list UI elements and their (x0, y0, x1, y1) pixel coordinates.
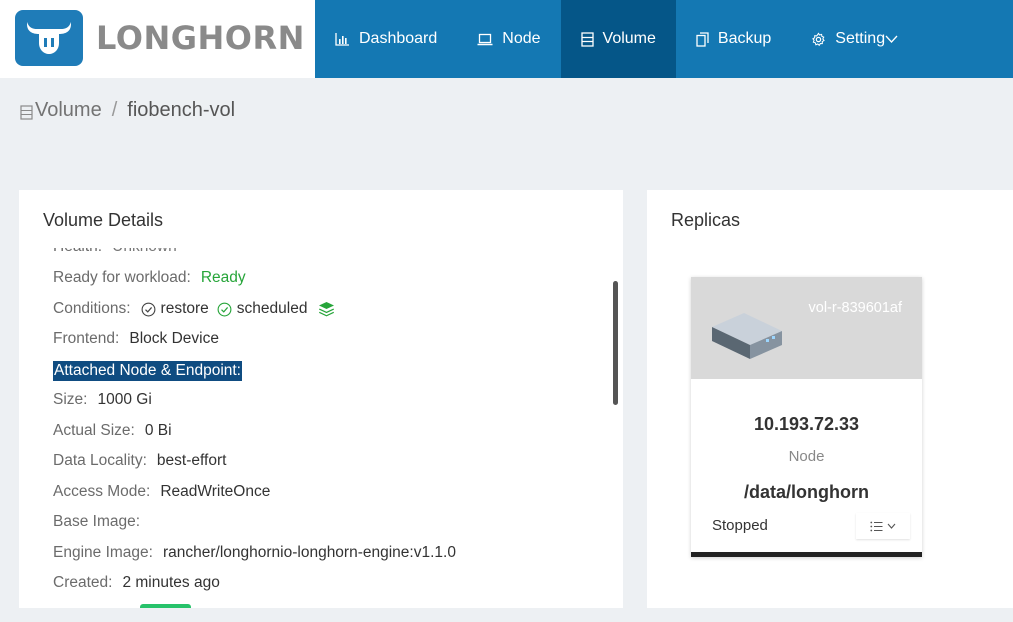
nav-backup[interactable]: Backup (676, 0, 791, 78)
replica-status: Stopped (712, 517, 768, 534)
chevron-down-icon (885, 35, 898, 43)
attached-label: Attached Node & Endpoint: (53, 361, 242, 381)
frontend-row: Frontend: Block Device (53, 330, 219, 348)
base-image-label: Base Image: (53, 513, 141, 530)
breadcrumb-separator: / (111, 99, 118, 121)
locality-label: Data Locality: (53, 452, 147, 469)
main-nav: Dashboard Node Volume Backup Setting (315, 0, 918, 78)
condition-restore-label: restore (160, 300, 209, 317)
attached-row: Attached Node & Endpoint: (53, 361, 252, 381)
frontend-value: Block Device (129, 330, 219, 347)
replicas-title: Replicas (671, 210, 741, 230)
replica-card[interactable]: vol-r-839601af 10.193.72.33 Node /data/l… (691, 277, 922, 557)
nav-dashboard[interactable]: Dashboard (315, 0, 457, 78)
replica-ip: 10.193.72.33 (753, 414, 860, 434)
locality-value: best-effort (156, 452, 227, 469)
nav-backup-label: Backup (717, 30, 772, 47)
gear-icon (812, 32, 826, 46)
server-icon (712, 313, 782, 359)
replica-node-label: Node (788, 448, 825, 465)
nav-dashboard-label: Dashboard (359, 30, 438, 47)
conditions-label: Conditions: (53, 300, 131, 317)
frontend-label: Frontend: (53, 330, 120, 347)
size-label: Size: (53, 391, 88, 408)
created-label: Created: (53, 574, 113, 591)
breadcrumb: Volume / fiobench-vol (20, 99, 235, 122)
brand-name: LONGHORN (96, 19, 305, 57)
replica-path: /data/longhorn (744, 482, 869, 502)
breadcrumb-parent[interactable]: Volume (35, 99, 102, 122)
volume-details-title: Volume Details (43, 210, 164, 230)
access-row: Access Mode: ReadWriteOnce (53, 483, 270, 501)
conditions-row: Conditions: restore scheduled (53, 300, 335, 318)
access-label: Access Mode: (53, 483, 151, 500)
bar-chart-icon (335, 33, 349, 46)
nav-setting-label: Setting (835, 30, 886, 47)
engine-label: Engine Image: (53, 544, 153, 561)
access-value: ReadWriteOnce (160, 483, 271, 500)
status-tag-partial (140, 604, 191, 608)
replica-name: vol-r-839601af (808, 300, 903, 316)
created-row: Created: 2 minutes ago (53, 574, 220, 592)
database-icon (580, 31, 594, 47)
list-icon (870, 521, 883, 531)
nav-volume[interactable]: Volume (560, 0, 676, 78)
condition-scheduled-label: scheduled (236, 300, 308, 317)
brand-logo[interactable]: LONGHORN (0, 0, 315, 78)
engine-row: Engine Image: rancher/longhornio-longhor… (53, 544, 456, 562)
engine-value: rancher/longhornio-longhorn-engine:v1.1.… (162, 544, 456, 561)
actual-size-value: 0 Bi (144, 422, 172, 439)
ready-value: Ready (200, 269, 246, 286)
ready-label: Ready for workload: (53, 269, 191, 286)
condition-restore: restore (141, 300, 209, 318)
base-image-row: Base Image: (53, 513, 150, 531)
top-header: LONGHORN Dashboard Node Volume Backup Se… (0, 0, 1013, 78)
nav-volume-label: Volume (602, 30, 656, 47)
actual-size-label: Actual Size: (53, 422, 135, 439)
condition-scheduled: scheduled (217, 300, 308, 318)
size-value: 1000 Gi (97, 391, 152, 408)
replica-actions-menu[interactable] (856, 513, 910, 539)
nav-setting[interactable]: Setting (791, 0, 918, 78)
nav-node[interactable]: Node (457, 0, 560, 78)
created-value: 2 minutes ago (122, 574, 220, 591)
copy-icon (696, 31, 709, 47)
longhorn-logo-icon (15, 10, 83, 66)
laptop-icon (477, 33, 493, 45)
details-scrollbar[interactable] (613, 281, 618, 405)
database-icon (20, 104, 33, 120)
replica-card-header: vol-r-839601af (691, 277, 922, 379)
check-circle-icon (141, 302, 155, 316)
ready-row: Ready for workload: Ready (53, 269, 246, 287)
breadcrumb-current: fiobench-vol (127, 99, 236, 121)
chevron-down-icon (887, 523, 896, 529)
check-circle-icon (217, 302, 232, 316)
nav-node-label: Node (502, 30, 541, 47)
layers-icon[interactable] (318, 301, 335, 317)
actual-size-row: Actual Size: 0 Bi (53, 422, 172, 440)
size-row: Size: 1000 Gi (53, 391, 152, 409)
locality-row: Data Locality: best-effort (53, 452, 226, 470)
replica-status-bar (691, 552, 922, 557)
